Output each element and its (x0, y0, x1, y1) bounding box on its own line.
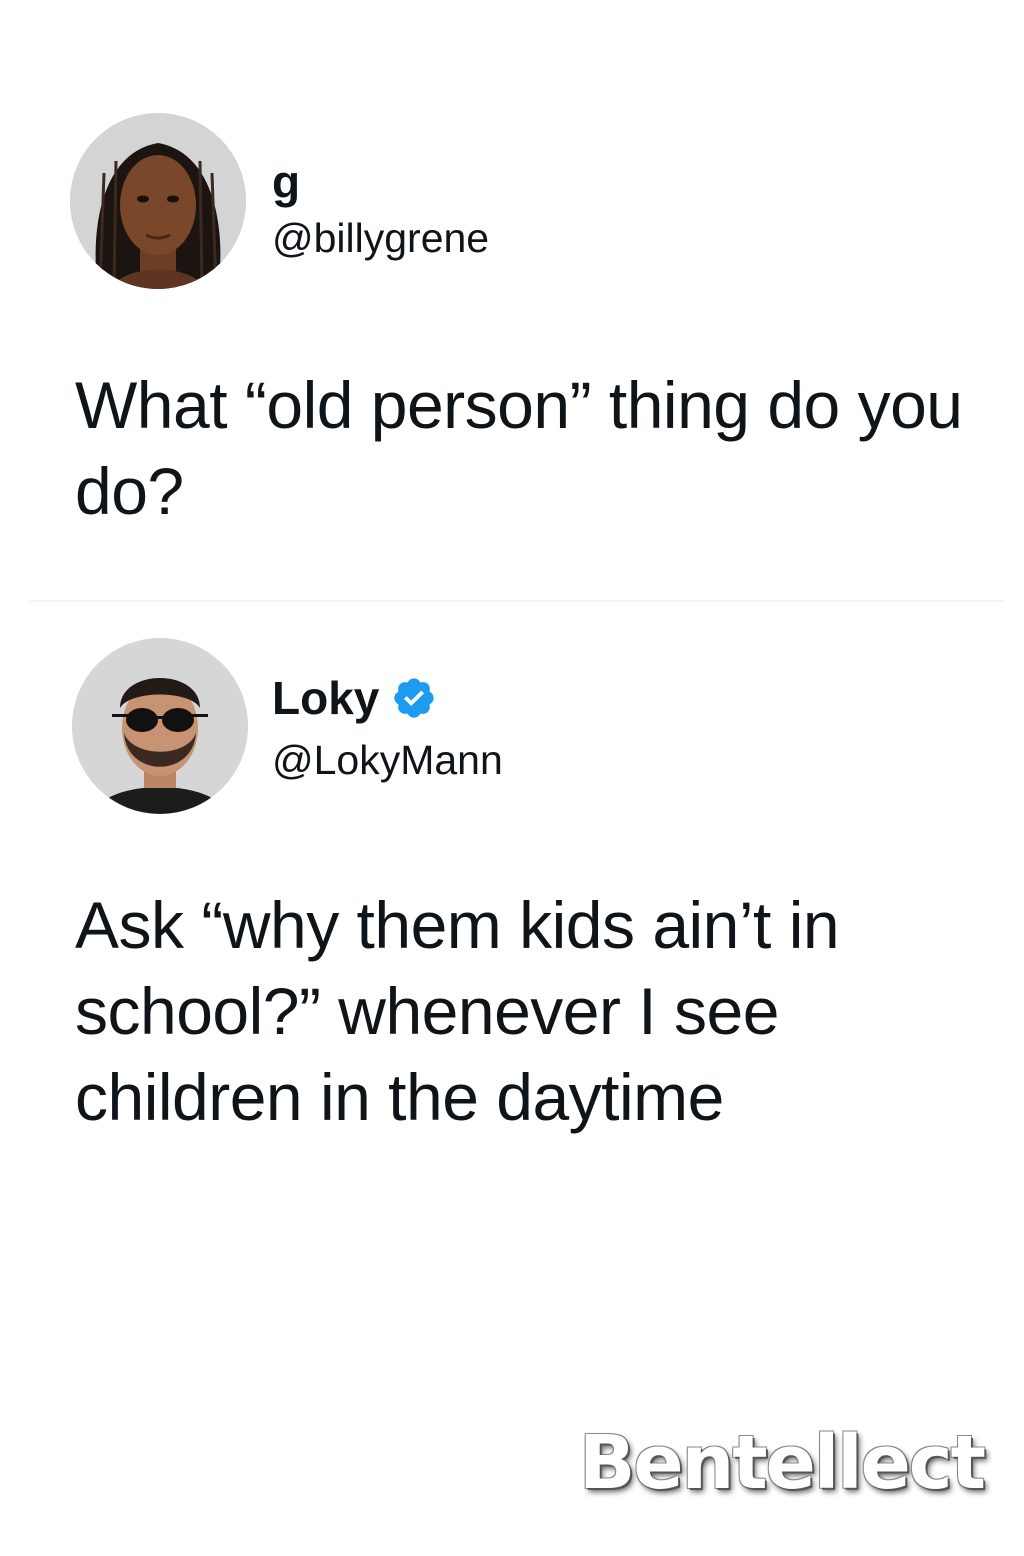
verified-badge-icon (391, 675, 437, 721)
man-sunglasses-avatar-icon (72, 638, 248, 814)
post-question: g @billygrene What “old person” thing do… (0, 0, 1024, 600)
post-text: What “old person” thing do you do? (75, 368, 963, 528)
display-name-text: Loky (272, 672, 380, 724)
display-name[interactable]: g (272, 156, 300, 208)
post-text: Ask “why them kids ain’t in school?” whe… (75, 888, 840, 1134)
watermark-logo: Bentellect (579, 1420, 986, 1506)
display-name-text: g (272, 156, 301, 208)
avatar-billygrene[interactable] (70, 113, 246, 289)
user-handle[interactable]: @LokyMann (272, 736, 503, 784)
user-handle[interactable]: @billygrene (272, 214, 489, 262)
display-name[interactable]: Loky (272, 672, 437, 724)
woman-portrait-avatar-icon (70, 113, 246, 289)
post-reply: Loky @LokyMann Ask “why them kids ain’t … (0, 600, 1024, 1200)
avatar-lokymann[interactable] (72, 638, 248, 814)
